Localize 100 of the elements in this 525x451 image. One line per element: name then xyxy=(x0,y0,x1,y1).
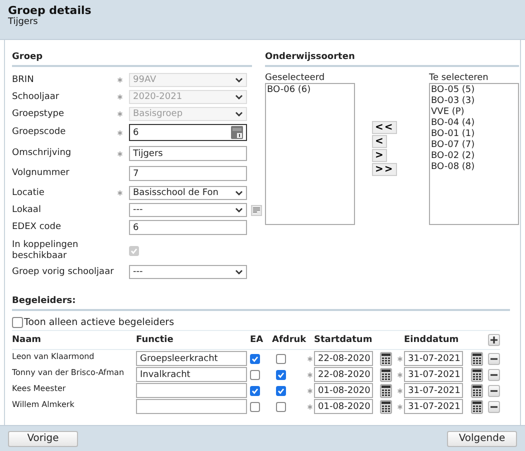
lines-icon xyxy=(253,207,260,213)
column-header: Afdruk xyxy=(272,335,306,345)
remove-button[interactable] xyxy=(488,400,500,412)
dropdown: 99AV xyxy=(129,73,247,87)
calendar-icon xyxy=(471,368,483,382)
checkbox[interactable] xyxy=(250,386,260,396)
page-title: Groep details xyxy=(8,4,92,17)
calendar-button[interactable] xyxy=(380,368,392,382)
move-button[interactable]: < xyxy=(372,135,388,148)
list-item[interactable]: BO-07 (7) xyxy=(431,140,517,151)
column-header: Einddatum xyxy=(404,335,459,345)
add-button[interactable] xyxy=(488,334,500,346)
caret-icon xyxy=(235,111,243,117)
date-field[interactable]: 31-07-2021 xyxy=(404,399,463,414)
dropdown: Basisgroep xyxy=(129,107,247,121)
calendar-button[interactable] xyxy=(471,352,483,366)
list-box[interactable]: BO-05 (5) BO-03 (3) VVE (P) BO-04 (4) BO-01 (1) BO-07 (7) BO-02 (2) BO-08 (8) xyxy=(429,83,519,225)
calendar-button[interactable] xyxy=(380,400,392,414)
plus-icon xyxy=(490,336,498,344)
check-icon xyxy=(251,354,259,362)
remove-button[interactable] xyxy=(488,368,500,380)
field-label: BRIN xyxy=(12,74,35,86)
list-label: Geselecteerd xyxy=(265,73,326,83)
input-field[interactable]: 7 xyxy=(129,166,247,181)
calendar-button[interactable] xyxy=(471,368,483,382)
calendar-button[interactable] xyxy=(380,352,392,366)
checkbox[interactable] xyxy=(276,354,286,364)
notes-button[interactable] xyxy=(251,204,262,216)
calendar-icon xyxy=(471,352,483,366)
list-label: Te selecteren xyxy=(429,73,490,83)
dropdown: 2020-2021 xyxy=(129,90,247,104)
input-field[interactable]: 6 xyxy=(129,124,247,141)
table-cell-text: Leon van Klaarmond xyxy=(12,351,96,361)
date-field[interactable]: 22-08-2020 xyxy=(314,367,373,382)
remove-button[interactable] xyxy=(488,384,500,396)
input-field[interactable]: Tijgers xyxy=(129,146,247,161)
checkbox[interactable] xyxy=(276,370,286,380)
dropdown[interactable]: --- xyxy=(129,265,247,279)
date-field[interactable]: 01-08-2020 xyxy=(314,383,373,398)
input-field[interactable]: Invalkracht xyxy=(136,367,247,382)
list-item[interactable]: BO-06 (6) xyxy=(267,85,353,96)
generate-icon xyxy=(231,126,243,139)
list-item[interactable]: BO-04 (4) xyxy=(431,118,517,129)
date-field[interactable]: 31-07-2021 xyxy=(404,367,463,382)
column-header: Startdatum xyxy=(314,335,372,345)
date-field[interactable]: 31-07-2021 xyxy=(404,351,463,366)
calendar-button[interactable] xyxy=(380,384,392,398)
checkbox[interactable] xyxy=(276,402,286,412)
calendar-icon xyxy=(380,368,392,382)
checkbox[interactable] xyxy=(12,317,23,328)
date-field[interactable]: 31-07-2021 xyxy=(404,383,463,398)
field-label: Schooljaar xyxy=(12,92,60,102)
calendar-button[interactable] xyxy=(471,384,483,398)
calendar-button[interactable] xyxy=(471,400,483,414)
input-field[interactable]: Groepsleerkracht xyxy=(136,351,247,366)
checkbox-label: Toon alleen actieve begeleiders xyxy=(24,317,174,328)
field-label: Groep vorig schooljaar xyxy=(12,266,115,278)
checkbox[interactable] xyxy=(276,386,286,396)
list-item[interactable]: VVE (P) xyxy=(431,107,517,118)
list-item[interactable]: BO-01 (1) xyxy=(431,129,517,140)
move-button[interactable]: << xyxy=(372,121,397,134)
caret-icon xyxy=(235,207,243,213)
list-box[interactable]: BO-06 (6) xyxy=(265,83,355,225)
page-subtitle: Tijgers xyxy=(8,17,39,27)
list-item[interactable]: BO-08 (8) xyxy=(431,162,517,173)
caret-icon xyxy=(235,94,243,100)
caret-icon xyxy=(235,190,243,196)
dropdown[interactable]: Basisschool de Fon xyxy=(129,186,247,200)
checkbox[interactable] xyxy=(250,402,260,412)
column-header: Naam xyxy=(12,335,42,345)
input-field[interactable] xyxy=(136,399,247,414)
calendar-icon xyxy=(471,400,483,414)
date-field[interactable]: 01-08-2020 xyxy=(314,399,373,414)
section-heading: Begeleiders: xyxy=(12,296,510,311)
table-cell-text: Kees Meester xyxy=(12,383,67,393)
remove-button[interactable] xyxy=(488,352,500,364)
table-cell-text: Tonny van der Brisco-Afman xyxy=(12,367,126,377)
move-button[interactable]: > xyxy=(372,149,388,162)
calendar-icon xyxy=(380,384,392,398)
field-label: Groepscode xyxy=(12,127,67,138)
field-label: Volgnummer xyxy=(12,168,70,179)
move-button[interactable]: >> xyxy=(372,163,397,176)
list-item[interactable]: BO-03 (3) xyxy=(431,96,517,107)
next-button[interactable]: Volgende xyxy=(447,430,517,446)
dropdown[interactable]: --- xyxy=(129,203,247,217)
calendar-icon xyxy=(380,400,392,414)
caret-icon xyxy=(235,269,243,275)
previous-button[interactable]: Vorige xyxy=(8,430,78,446)
date-field[interactable]: 22-08-2020 xyxy=(314,351,373,366)
column-header: EA xyxy=(250,335,264,345)
input-field[interactable] xyxy=(136,383,247,398)
table-cell-text: Willem Almkerk xyxy=(12,399,76,409)
input-field[interactable]: 6 xyxy=(129,220,247,235)
list-item[interactable]: BO-02 (2) xyxy=(431,151,517,162)
checkbox[interactable] xyxy=(250,370,260,380)
list-item[interactable]: BO-05 (5) xyxy=(431,85,517,96)
checkbox[interactable] xyxy=(250,354,260,364)
check-icon xyxy=(251,386,259,394)
field-label: Lokaal xyxy=(12,204,42,216)
column-header: Functie xyxy=(136,335,174,345)
